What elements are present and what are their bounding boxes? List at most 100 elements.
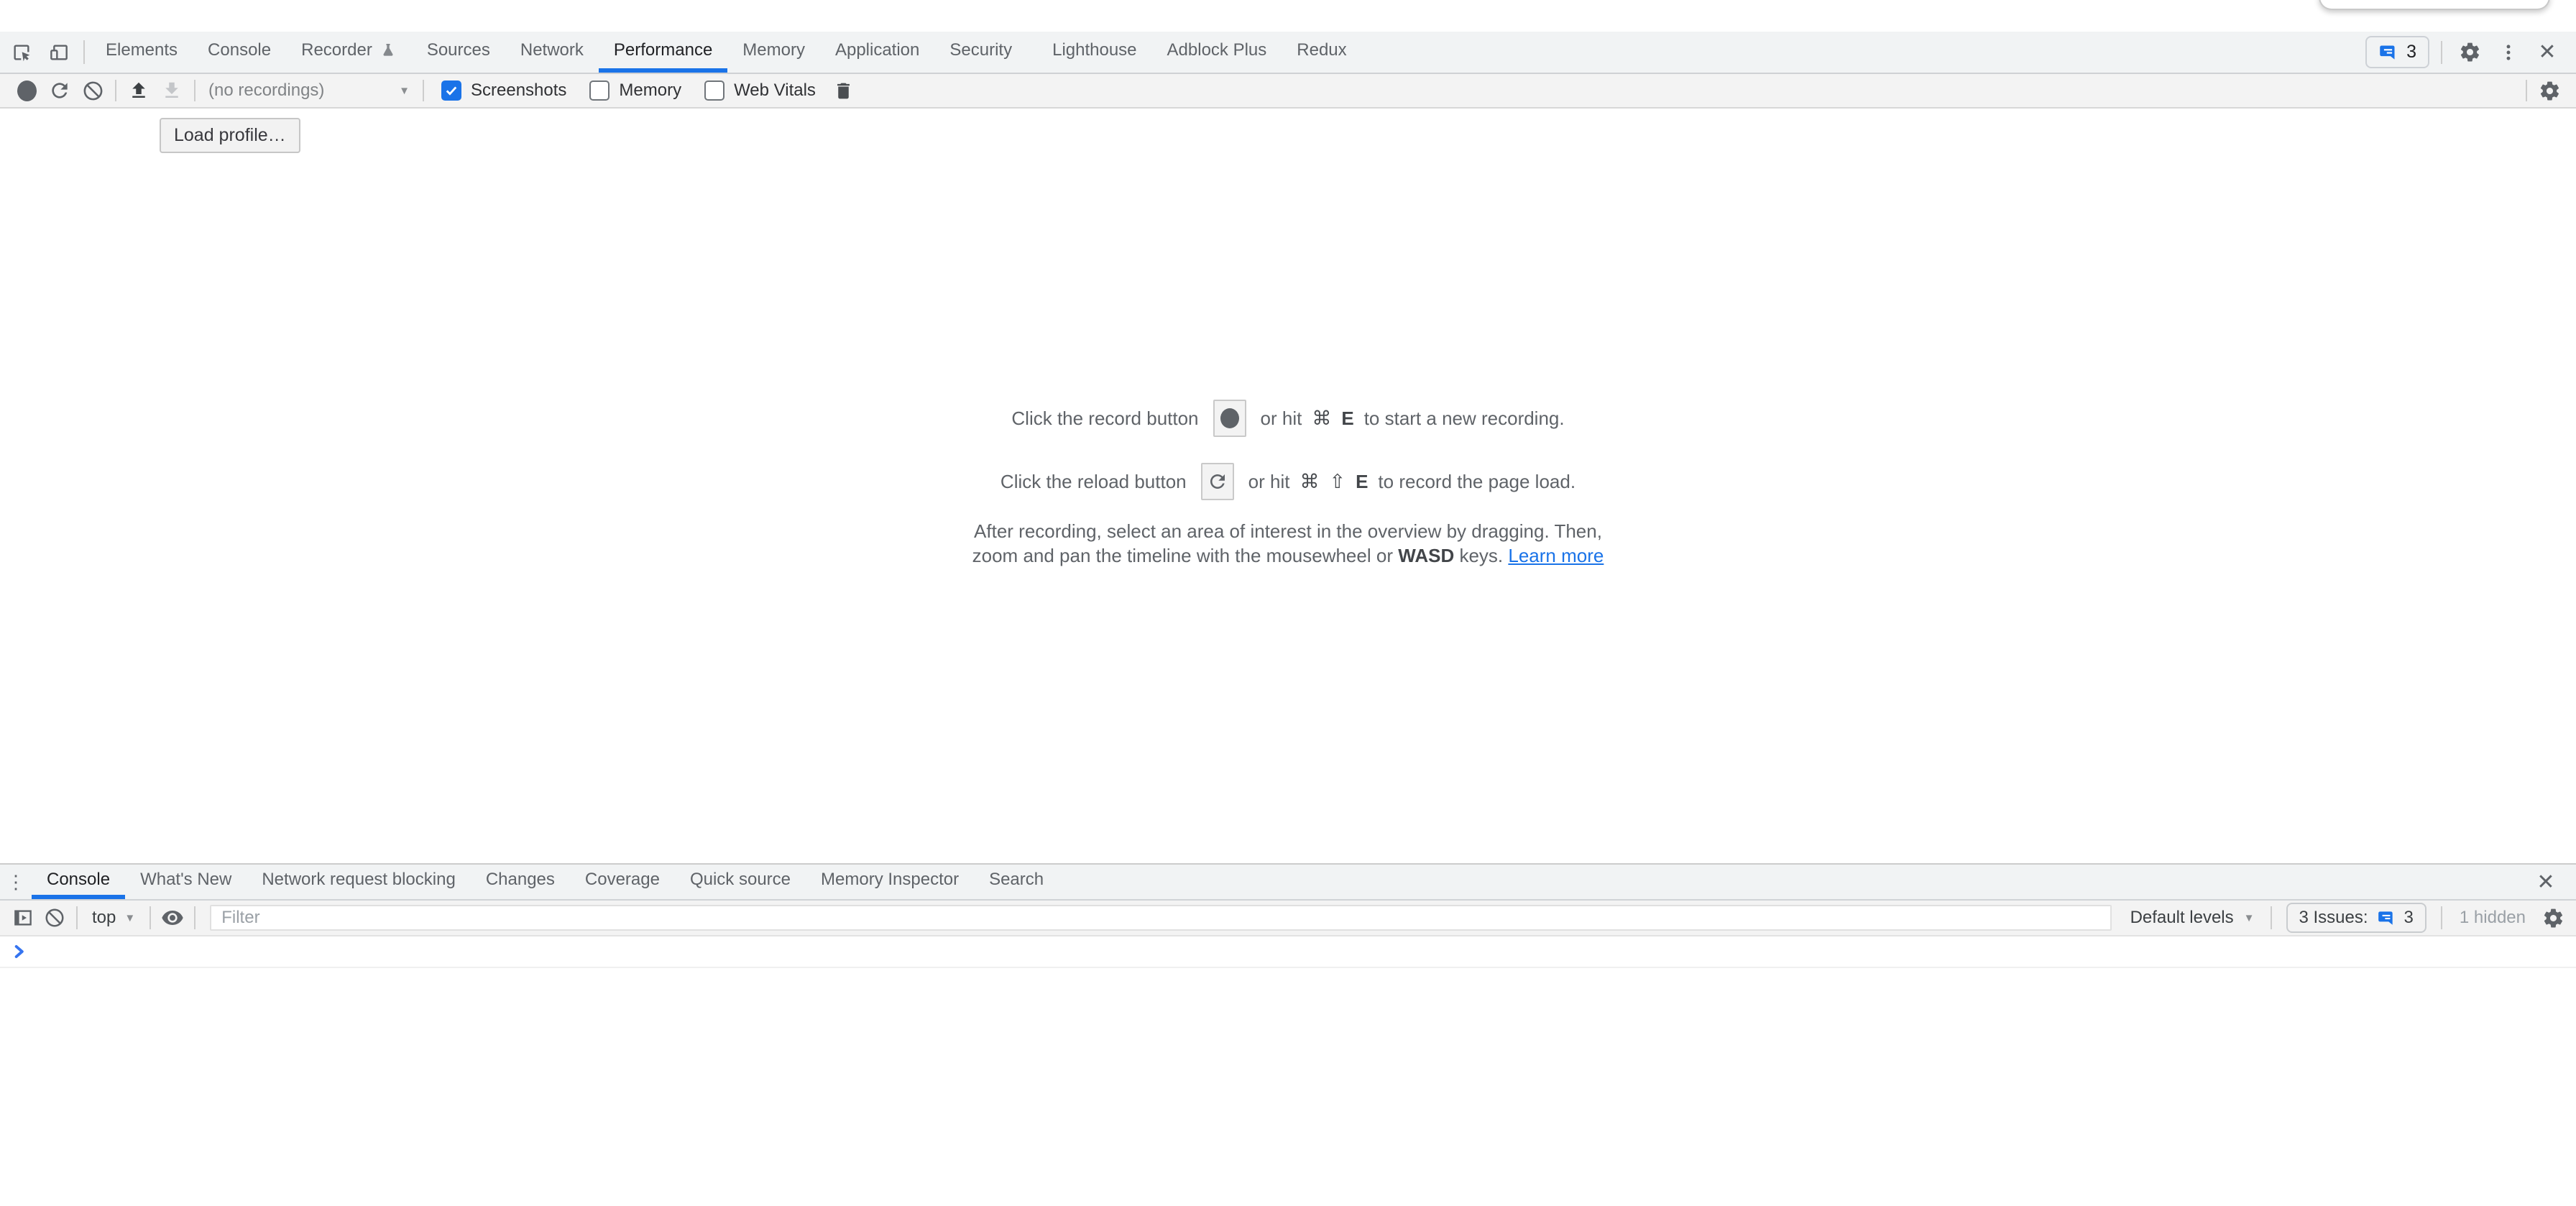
tab-application[interactable]: Application xyxy=(820,32,934,73)
tab-label: Memory Inspector xyxy=(821,870,959,890)
divider xyxy=(423,80,424,101)
cutoff-popup-remnant xyxy=(2319,0,2550,10)
tab-label: Console xyxy=(208,40,271,60)
tab-sources[interactable]: Sources xyxy=(412,32,505,73)
divider xyxy=(2271,906,2272,929)
tab-performance[interactable]: Performance xyxy=(599,32,727,73)
issues-count: 3 xyxy=(2406,42,2416,63)
tab-bar-right-controls: 3 ✕ xyxy=(2365,32,2576,73)
close-drawer-button[interactable]: ✕ xyxy=(2530,866,2562,898)
create-live-expression-button[interactable] xyxy=(157,903,188,933)
inline-reload-button[interactable] xyxy=(1201,463,1234,500)
record-circle-icon xyxy=(17,80,37,101)
console-issues-button[interactable]: 3 Issues: 3 xyxy=(2286,903,2426,933)
hint-line-2: zoom and pan the timeline with the mouse… xyxy=(972,545,1393,566)
tab-label: Search xyxy=(989,870,1044,890)
tab-recorder[interactable]: Recorder xyxy=(286,32,412,73)
device-toolbar-icon xyxy=(47,41,70,64)
clear-recordings-button[interactable] xyxy=(76,75,109,106)
save-profile-button-disabled[interactable] xyxy=(155,75,188,106)
tooltip-label: Load profile… xyxy=(174,125,286,145)
drawer-tab-console[interactable]: Console xyxy=(32,865,125,899)
drawer-tab-search[interactable]: Search xyxy=(974,865,1059,899)
show-console-sidebar-button[interactable] xyxy=(7,903,39,933)
console-filter-input[interactable] xyxy=(210,905,2111,931)
capture-settings-button[interactable] xyxy=(2533,75,2566,106)
tab-memory[interactable]: Memory xyxy=(727,32,820,73)
reload-icon xyxy=(1207,471,1228,492)
console-messages-area[interactable] xyxy=(0,936,2576,1202)
device-toolbar-button[interactable] xyxy=(40,32,78,73)
clear-console-button[interactable] xyxy=(39,903,70,933)
tab-lighthouse[interactable]: Lighthouse xyxy=(1037,32,1151,73)
learn-more-link[interactable]: Learn more xyxy=(1508,545,1604,566)
divider xyxy=(2526,80,2527,101)
record-button[interactable] xyxy=(10,75,43,106)
context-value: top xyxy=(92,908,116,928)
drawer-tab-coverage[interactable]: Coverage xyxy=(570,865,675,899)
performance-panel-body: Click the record button or hit ⌘ E to st… xyxy=(0,109,2576,863)
tab-label: Console xyxy=(47,870,110,890)
issues-label: 3 Issues: xyxy=(2299,908,2368,928)
settings-button[interactable] xyxy=(2454,37,2485,68)
memory-checkbox[interactable] xyxy=(589,80,610,101)
divider xyxy=(2441,906,2442,929)
hint-line-2-post: keys. xyxy=(1459,545,1503,566)
drawer-right-controls: ✕ xyxy=(2530,865,2576,899)
tab-adblock-plus[interactable]: Adblock Plus xyxy=(1152,32,1282,73)
screenshots-checkbox-group[interactable]: Screenshots xyxy=(441,80,566,101)
divider xyxy=(115,80,116,101)
log-levels-dropdown[interactable]: Default levels ▼ xyxy=(2120,908,2265,928)
tab-label: Application xyxy=(835,40,919,60)
load-profile-button[interactable] xyxy=(122,75,155,106)
close-devtools-button[interactable]: ✕ xyxy=(2531,37,2563,68)
screenshots-checkbox-label: Screenshots xyxy=(471,80,566,101)
tab-elements[interactable]: Elements xyxy=(91,32,193,73)
garbage-collect-button[interactable] xyxy=(827,75,860,106)
issues-counter-button[interactable]: 3 xyxy=(2365,36,2429,68)
devtools-drawer: ⋮ Console What's New Network request blo… xyxy=(0,863,2576,1202)
drawer-tab-bar: ⋮ Console What's New Network request blo… xyxy=(0,865,2576,901)
record-circle-icon xyxy=(1220,408,1239,428)
tab-label: Coverage xyxy=(585,870,660,890)
drawer-tab-memory-inspector[interactable]: Memory Inspector xyxy=(806,865,974,899)
inspect-element-button[interactable] xyxy=(3,32,40,73)
inspect-cursor-icon xyxy=(10,41,33,64)
performance-toolbar: (no recordings) ▼ Screenshots Memory Web… xyxy=(0,74,2576,109)
tab-network[interactable]: Network xyxy=(505,32,599,73)
tab-label: Sources xyxy=(427,40,490,60)
memory-checkbox-group[interactable]: Memory xyxy=(589,80,681,101)
divider xyxy=(194,906,196,929)
vertical-dots-icon: ⋮ xyxy=(6,871,25,893)
drawer-overflow-menu-button[interactable]: ⋮ xyxy=(0,865,32,899)
javascript-context-dropdown[interactable]: top ▼ xyxy=(83,908,144,928)
sidebar-panel-icon xyxy=(12,907,34,929)
tab-security[interactable]: Security xyxy=(934,32,1027,73)
console-prompt-row[interactable] xyxy=(0,936,2576,968)
console-settings-button[interactable] xyxy=(2537,903,2569,933)
tab-label: Security xyxy=(949,40,1012,60)
drawer-tab-changes[interactable]: Changes xyxy=(471,865,570,899)
screenshots-checkbox[interactable] xyxy=(441,80,461,101)
web-vitals-checkbox[interactable] xyxy=(704,80,724,101)
close-icon: ✕ xyxy=(2538,40,2556,65)
more-options-button[interactable] xyxy=(2493,37,2524,68)
tab-redux[interactable]: Redux xyxy=(1282,32,1361,73)
reload-and-record-button[interactable] xyxy=(43,75,76,106)
performance-toolbar-right xyxy=(2520,71,2566,110)
command-key-symbol: ⌘ xyxy=(1300,471,1319,493)
drawer-tab-network-request-blocking[interactable]: Network request blocking xyxy=(247,865,470,899)
web-vitals-checkbox-group[interactable]: Web Vitals xyxy=(704,80,816,101)
command-key-symbol: ⌘ xyxy=(1312,408,1331,430)
issues-count: 3 xyxy=(2404,908,2414,928)
drawer-tab-quick-source[interactable]: Quick source xyxy=(675,865,806,899)
reload-line-prefix: Click the reload button xyxy=(1000,471,1187,493)
reload-line-mid: or hit xyxy=(1248,471,1290,493)
wasd-keys-label: WASD xyxy=(1398,545,1454,566)
tab-console[interactable]: Console xyxy=(193,32,286,73)
eye-icon xyxy=(161,906,184,929)
vertical-dots-icon xyxy=(2498,42,2518,63)
drawer-tab-whats-new[interactable]: What's New xyxy=(125,865,247,899)
recordings-dropdown[interactable]: (no recordings) ▼ xyxy=(201,80,417,101)
inline-record-button[interactable] xyxy=(1213,400,1246,437)
